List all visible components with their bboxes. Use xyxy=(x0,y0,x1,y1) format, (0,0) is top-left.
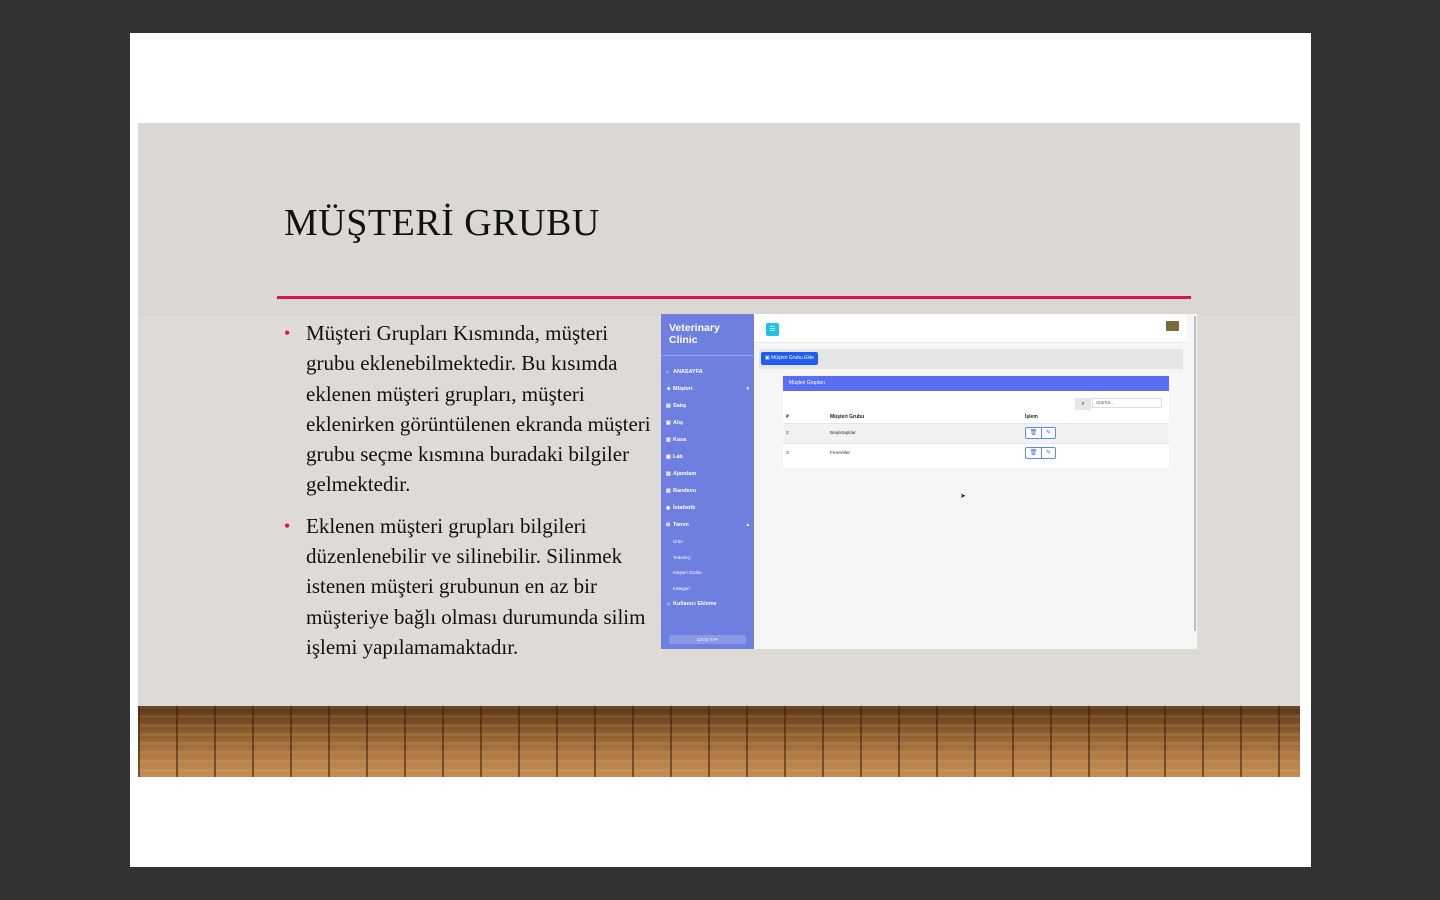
scrollbar[interactable] xyxy=(1194,316,1196,631)
flask-icon: ▦ xyxy=(666,454,671,460)
trash-icon[interactable]: 🗑 xyxy=(1026,428,1042,438)
sidebar-item-label: Müşteri xyxy=(673,386,693,392)
bullet-list: • Müşteri Grupları Kısmında, müşteri gru… xyxy=(284,318,654,673)
search-icon[interactable]: ⌕ xyxy=(1075,398,1091,410)
sidebar-item-label: Kasa xyxy=(673,437,687,443)
agenda-icon: ▧ xyxy=(666,471,671,477)
sidebar-subitem-tedarikci[interactable]: Tedarikçi xyxy=(661,550,754,566)
avatar[interactable] xyxy=(1166,321,1179,331)
sidebar-item-label: Randevu xyxy=(673,488,697,494)
edit-icon[interactable]: ✎ xyxy=(1041,448,1056,458)
slide-title: MÜŞTERİ GRUBU xyxy=(284,202,600,244)
row-group-name: Beşiktaşlılar xyxy=(830,431,856,436)
sidebar-item-label: İstatistik xyxy=(673,505,696,511)
mouse-cursor-icon: ➤ xyxy=(960,493,966,500)
sidebar-item-musteri[interactable]: ☻ Müşteri ▾ xyxy=(661,381,754,398)
column-header-group: Müşteri Grubu xyxy=(830,414,865,420)
chevron-down-icon: ▾ xyxy=(746,386,749,392)
sidebar-item-ajandam[interactable]: ▧ Ajandam xyxy=(661,466,754,483)
sidebar-item-alis[interactable]: ▣ Alış xyxy=(661,415,754,432)
search-input[interactable] xyxy=(1092,398,1162,408)
row-actions: 🗑 ✎ xyxy=(1025,447,1056,459)
cart-icon: ▤ xyxy=(666,403,671,409)
trash-icon[interactable]: 🗑 xyxy=(1026,448,1042,458)
row-id: 2 xyxy=(786,431,789,436)
bullet-item: • Eklenen müşteri grupları bilgileri düz… xyxy=(284,511,654,662)
sidebar-nav: ⌂ ANASAYFA ☻ Müşteri ▾ ▤ Satış ▣ Alış ▥ Kasa ▦… xyxy=(661,364,754,613)
customer-groups-card: Müşteri Grupları ⌕ # Müşteri Grubu İşlem… xyxy=(783,376,1169,468)
sidebar-item-tanim[interactable]: ⊞ Tanım ▴ xyxy=(661,517,754,534)
column-header-number: # xyxy=(786,414,789,420)
user-add-icon: ☺ xyxy=(666,601,672,607)
calendar-icon: ▨ xyxy=(666,488,671,494)
brand-logo: Veterinary Clinic xyxy=(669,322,720,346)
sidebar-item-label: Lab xyxy=(673,454,683,460)
topbar: ☰ xyxy=(754,314,1187,343)
sidebar-item-label: Alış xyxy=(673,420,684,426)
wooden-floor-image xyxy=(138,706,1300,777)
menu-toggle-button[interactable]: ☰ xyxy=(766,323,779,336)
hamburger-icon: ☰ xyxy=(769,326,776,333)
definition-icon: ⊞ xyxy=(666,522,671,528)
bag-icon: ▣ xyxy=(666,420,671,426)
row-actions: 🗑 ✎ xyxy=(1025,427,1056,439)
main-content: ☰ ▣ Müşteri Grubu Ekle Müşteri Grupları … xyxy=(754,314,1197,649)
cash-icon: ▥ xyxy=(666,437,671,443)
sidebar-item-label: Satış xyxy=(673,403,687,409)
edit-icon[interactable]: ✎ xyxy=(1041,428,1056,438)
bullet-text: Müşteri Grupları Kısmında, müşteri grubu… xyxy=(306,321,651,497)
title-underline xyxy=(277,296,1191,299)
sidebar-item-anasayfa[interactable]: ⌂ ANASAYFA xyxy=(661,364,754,381)
sidebar: Veterinary Clinic ⌂ ANASAYFA ☻ Müşteri ▾ ▤ S… xyxy=(661,314,754,649)
row-id: 3 xyxy=(786,451,789,456)
sidebar-divider xyxy=(661,355,754,356)
sidebar-item-satis[interactable]: ▤ Satış xyxy=(661,398,754,415)
chart-icon: ◉ xyxy=(666,505,671,511)
chevron-up-icon: ▴ xyxy=(746,522,749,528)
logout-button[interactable]: ÇIKIŞ YAP xyxy=(669,635,746,644)
sidebar-item-kasa[interactable]: ▥ Kasa xyxy=(661,432,754,449)
sidebar-item-label: Kullanıcı Ekleme xyxy=(673,601,717,607)
card-title: Müşteri Grupları xyxy=(783,376,1169,391)
app-screenshot: Veterinary Clinic ⌂ ANASAYFA ☻ Müşteri ▾ ▤ S… xyxy=(661,314,1197,649)
users-icon: ☻ xyxy=(666,386,672,392)
slide: MÜŞTERİ GRUBU • Müşteri Grupları Kısmınd… xyxy=(138,123,1300,777)
search-box: ⌕ xyxy=(1075,398,1163,410)
action-bar: ▣ Müşteri Grubu Ekle xyxy=(759,349,1183,369)
sidebar-item-label: Tanım xyxy=(673,522,689,528)
column-header-action: İşlem xyxy=(1025,414,1038,420)
bullet-text: Eklenen müşteri grupları bilgileri düzen… xyxy=(306,513,646,659)
bullet-dot: • xyxy=(284,515,291,536)
table-row: 2 Beşiktaşlılar 🗑 ✎ xyxy=(783,423,1169,444)
sidebar-item-kullanici-ekleme[interactable]: ☺ Kullanıcı Ekleme xyxy=(661,596,754,613)
bullet-dot: • xyxy=(284,323,291,343)
table-row: 3 Fenerliler 🗑 ✎ xyxy=(783,443,1169,464)
sidebar-subitem-musteri-grubu[interactable]: Müşteri Grubu xyxy=(661,565,754,581)
add-customer-group-button[interactable]: ▣ Müşteri Grubu Ekle xyxy=(761,352,818,365)
row-group-name: Fenerliler xyxy=(830,451,850,456)
sidebar-item-label: Ajandam xyxy=(673,471,697,477)
sidebar-subitem-urun[interactable]: Ürün xyxy=(661,534,754,550)
sidebar-item-istatistik[interactable]: ◉ İstatistik xyxy=(661,500,754,517)
sidebar-item-randevu[interactable]: ▨ Randevu xyxy=(661,483,754,500)
sidebar-subitem-kategori[interactable]: Kategori xyxy=(661,581,754,597)
sidebar-item-lab[interactable]: ▦ Lab xyxy=(661,449,754,466)
sidebar-item-label: ANASAYFA xyxy=(673,369,703,375)
home-icon: ⌂ xyxy=(666,369,670,375)
bullet-item: • Müşteri Grupları Kısmında, müşteri gru… xyxy=(284,318,654,500)
